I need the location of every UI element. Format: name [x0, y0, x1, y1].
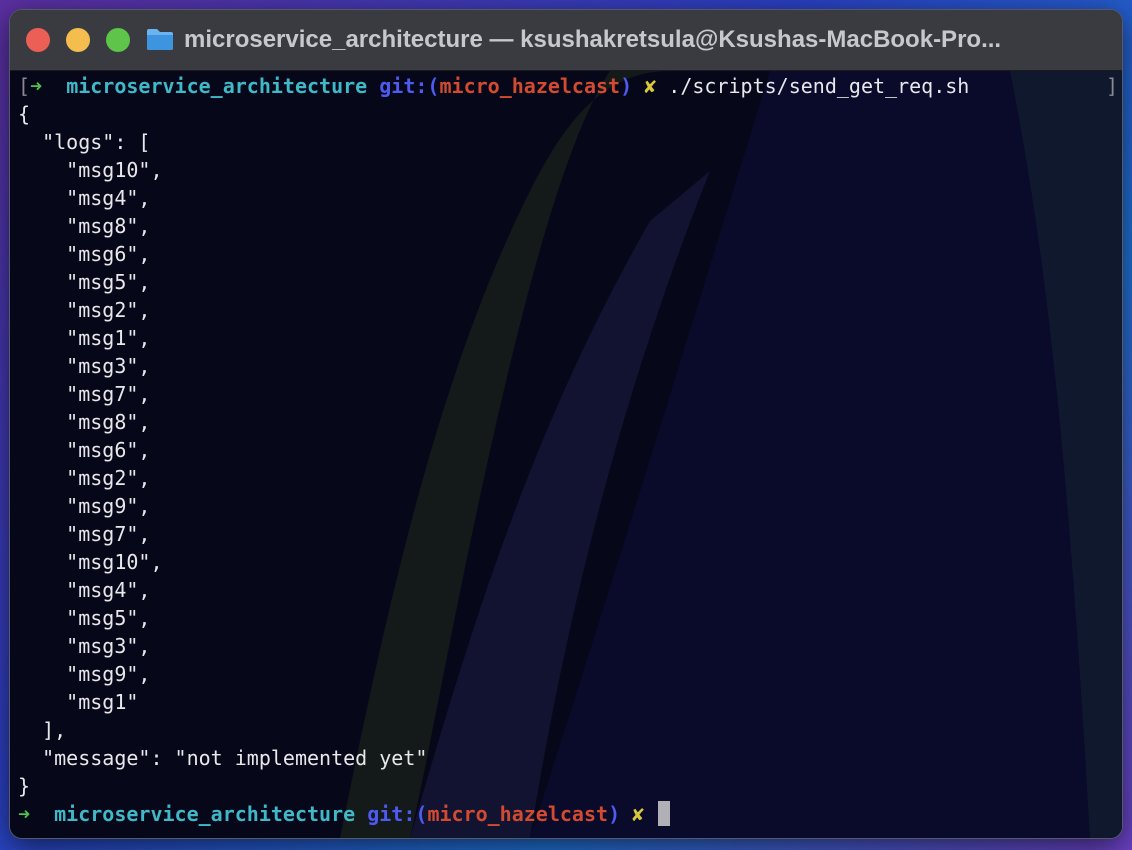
- output-line: "msg4",: [18, 186, 151, 210]
- output-line: "msg3",: [18, 354, 151, 378]
- command-output: { "logs": [ "msg10", "msg4", "msg8", "ms…: [18, 100, 1122, 800]
- output-line: "msg9",: [18, 662, 151, 686]
- window-title: microservice_architecture — ksushakretsu…: [184, 26, 1002, 53]
- output-line: }: [18, 774, 31, 798]
- git-label-open: git:(: [379, 74, 440, 98]
- open-bracket: [: [18, 74, 31, 98]
- prompt-directory: microservice_architecture: [66, 74, 368, 98]
- output-line: "msg1": [18, 690, 139, 714]
- terminal-window: microservice_architecture — ksushakretsu…: [10, 10, 1122, 838]
- output-line: "msg9",: [18, 494, 151, 518]
- arrow-icon: ➜: [18, 802, 31, 826]
- command-text: ./scripts/send_get_req.sh: [668, 74, 970, 98]
- output-line: "msg6",: [18, 242, 151, 266]
- output-line: "msg8",: [18, 214, 151, 238]
- output-line: "logs": [: [18, 130, 151, 154]
- output-line: "message": "not implemented yet": [18, 746, 428, 770]
- output-line: "msg8",: [18, 410, 151, 434]
- git-label-close: ): [608, 802, 621, 826]
- output-line: "msg7",: [18, 522, 151, 546]
- output-line: "msg10",: [18, 550, 163, 574]
- text-cursor[interactable]: [658, 801, 671, 826]
- output-line: "msg5",: [18, 606, 151, 630]
- git-label-open: git:(: [367, 802, 428, 826]
- output-line: "msg10",: [18, 158, 163, 182]
- output-line: {: [18, 102, 31, 126]
- zoom-window-button[interactable]: [106, 28, 130, 52]
- prompt-line-1: [➜ microservice_architecture git:(micro_…: [18, 72, 1122, 100]
- terminal-area[interactable]: ] [➜ microservice_architecture git:(micr…: [10, 71, 1122, 838]
- close-window-button[interactable]: [26, 28, 50, 52]
- output-line: "msg3",: [18, 634, 151, 658]
- output-line: "msg2",: [18, 298, 151, 322]
- output-line: "msg7",: [18, 382, 151, 406]
- output-line: "msg4",: [18, 578, 151, 602]
- prompt-line-2[interactable]: ➜ microservice_architecture git:(micro_h…: [18, 800, 1122, 828]
- output-line: ],: [18, 718, 67, 742]
- x-mark-icon: ✘: [644, 74, 657, 98]
- x-mark-icon: ✘: [632, 802, 645, 826]
- minimize-window-button[interactable]: [66, 28, 90, 52]
- prompt-directory: microservice_architecture: [54, 802, 356, 826]
- output-line: "msg1",: [18, 326, 151, 350]
- git-branch: micro_hazelcast: [427, 802, 609, 826]
- output-line: "msg5",: [18, 270, 151, 294]
- output-line: "msg2",: [18, 466, 151, 490]
- output-line: "msg6",: [18, 438, 151, 462]
- git-label-close: ): [620, 74, 633, 98]
- git-branch: micro_hazelcast: [439, 74, 621, 98]
- title-bar[interactable]: microservice_architecture — ksushakretsu…: [10, 10, 1122, 71]
- folder-icon: [147, 29, 173, 50]
- arrow-icon: ➜: [30, 74, 43, 98]
- terminal-output: [➜ microservice_architecture git:(micro_…: [10, 71, 1122, 838]
